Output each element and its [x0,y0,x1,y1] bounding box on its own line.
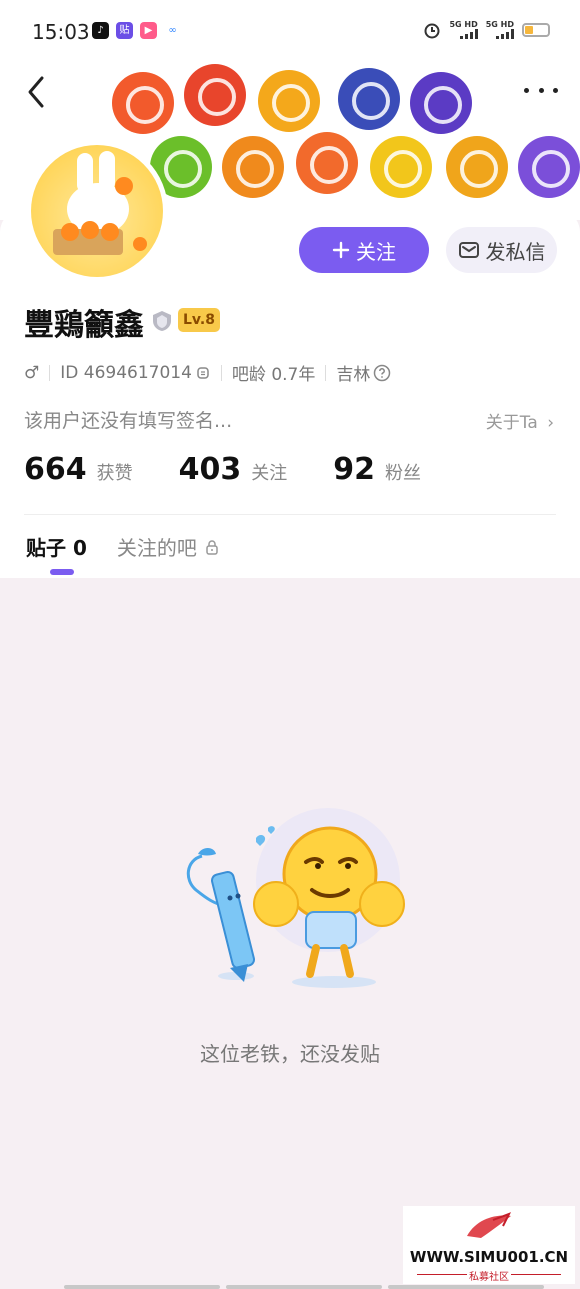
status-indicators: 5G HD 5G HD [423,20,550,39]
stat-following-label: 关注 [251,463,288,484]
badge-icon [446,136,508,198]
tab-followed-bars[interactable]: 关注的吧 [117,532,221,561]
badge-icon [338,68,400,130]
plus-icon [332,241,350,259]
watermark-logo-icon [467,1212,512,1238]
active-tab-indicator [50,569,74,575]
badge-icon [184,64,246,126]
watermark: WWW.SIMU001.CN 私募社区 [403,1206,575,1284]
location: 吉林 [336,365,371,385]
badge-icon [296,132,358,194]
meta-divider [49,364,51,381]
signal-sim2: 5G HD [486,20,514,39]
back-icon[interactable] [22,74,52,110]
stat-followers-value: 92 [333,452,375,487]
follow-button[interactable]: 关注 [299,227,429,273]
stat-followers[interactable]: 92 粉丝 [333,452,421,487]
watermark-site: WWW.SIMU001.CN [409,1248,569,1266]
tab-posts-label: 贴子 0 [26,536,87,560]
badge-icon [410,72,472,134]
help-icon[interactable] [373,364,391,382]
empty-state-illustration [186,808,405,988]
send-message-label: 发私信 [485,239,546,264]
section-divider [24,514,556,515]
badge-icon [370,136,432,198]
profile-tabs: 贴子 0 关注的吧 [26,532,221,561]
bilibili-icon: ▶ [140,22,157,39]
status-time: 15:03 [32,20,90,44]
profile-meta: ♂ ID 4694617014 吧龄 0.7年 吉林 [24,360,391,385]
avatar[interactable] [26,140,168,282]
alarm-icon [424,23,440,38]
stat-followers-label: 粉丝 [385,463,421,484]
avatar-image [31,145,163,277]
level-badge: Lv.8 [178,308,220,332]
about-link-label: 关于Ta [485,413,538,433]
gender-male-icon: ♂ [24,362,40,383]
profile-stats: 664 获赞 403 关注 92 粉丝 [24,452,467,487]
about-link[interactable]: 关于Ta › [486,408,554,433]
tab-followed-bars-label: 关注的吧 [116,536,197,560]
signal-sim1-label: 5G HD [449,20,478,29]
shield-icon [153,311,171,331]
stat-following-value: 403 [178,452,242,487]
gesture-bar[interactable] [64,1285,544,1289]
copy-icon[interactable] [195,365,211,381]
more-options-icon[interactable] [524,80,558,100]
send-message-button[interactable]: 发私信 [446,227,557,273]
user-id: ID 4694617014 [60,362,192,383]
signal-bars-icon [496,29,514,39]
empty-state-message: 这位老铁，还没发贴 [200,1042,380,1066]
badge-icon [518,136,580,198]
meta-divider [220,364,222,381]
lock-icon [206,539,218,555]
badge-icon [222,136,284,198]
status-bar: 15:03 ♪ 贴 ▶ ∞ 5G HD 5G HD [0,0,580,60]
stat-likes[interactable]: 664 获赞 [24,452,133,487]
username: 豐鶏籲鑫 [24,308,144,343]
mail-icon [458,242,479,258]
battery-icon [522,22,550,37]
badge-icon [258,70,320,132]
baidu-netdisk-icon: ∞ [164,22,181,39]
tieba-icon: 贴 [116,22,133,39]
tiktok-icon: ♪ [92,22,109,39]
follow-button-label: 关注 [356,239,396,264]
tab-posts[interactable]: 贴子 0 [26,532,87,561]
stat-likes-label: 获赞 [96,463,133,484]
stat-following[interactable]: 403 关注 [179,452,288,487]
chevron-right-icon: › [547,413,554,433]
badge-icon [112,72,174,134]
user-signature: 该用户还没有填写签名... [24,410,233,432]
bar-age: 吧龄 0.7年 [231,365,316,385]
stat-likes-value: 664 [24,452,87,487]
signal-sim2-label: 5G HD [485,20,514,29]
meta-divider [325,364,327,381]
watermark-subtitle: 私募社区 [469,1272,509,1283]
signal-bars-icon [459,29,478,39]
notification-icons: ♪ 贴 ▶ ∞ [92,22,181,39]
signal-sim1: 5G HD [449,20,478,39]
